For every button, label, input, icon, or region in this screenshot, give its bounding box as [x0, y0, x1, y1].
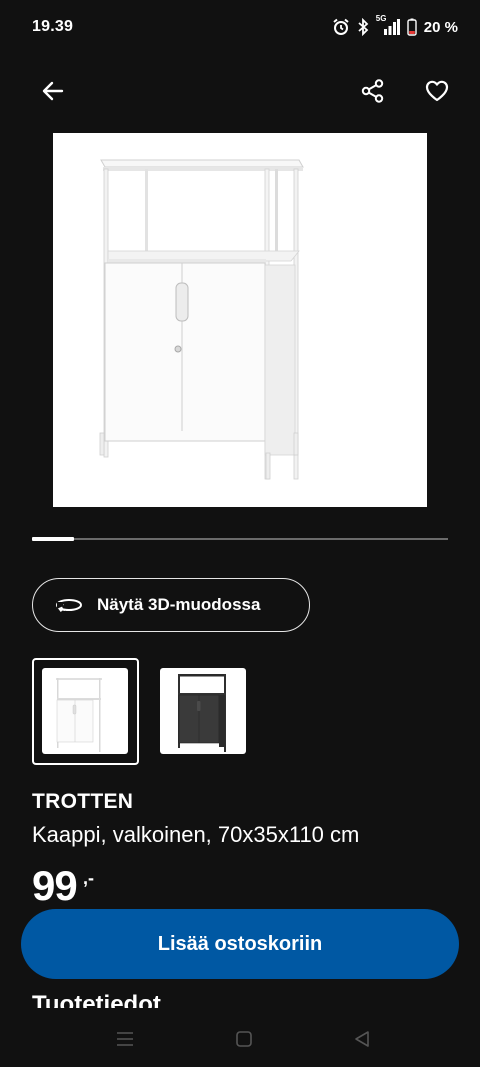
arrow-left-icon: [42, 81, 64, 101]
nav-back-icon: [355, 1031, 369, 1047]
battery-icon: [407, 18, 417, 36]
image-carousel-progress: [32, 537, 448, 541]
variant-white-thumbnail[interactable]: [42, 668, 128, 754]
white-cabinet-thumb-image: [56, 678, 102, 752]
signal-icon: 5G: [376, 14, 400, 36]
share-icon: [361, 79, 384, 103]
home-icon: [236, 1031, 252, 1047]
alarm-icon: [332, 18, 350, 36]
carousel-progress-fill: [32, 537, 74, 541]
nav-back-button[interactable]: [347, 1024, 377, 1054]
heart-outline-icon: [425, 80, 449, 102]
battery-level: 20 %: [423, 18, 458, 36]
network-type: 5G: [375, 14, 387, 23]
cabinet-illustration: [99, 159, 304, 480]
view-3d-button[interactable]: Näytä 3D-muodossa: [32, 578, 310, 632]
favorite-button[interactable]: [415, 69, 459, 113]
product-price: 99: [32, 862, 78, 909]
product-image[interactable]: [53, 133, 427, 507]
status-time: 19.39: [32, 18, 74, 35]
add-to-cart-label: Lisää ostoskoriin: [157, 932, 323, 955]
add-to-cart-button[interactable]: Lisää ostoskoriin: [21, 909, 459, 979]
home-button[interactable]: [229, 1024, 259, 1054]
product-description: Kaappi, valkoinen, 70x35x110 cm: [32, 822, 360, 847]
view-3d-label: Näytä 3D-muodossa: [97, 595, 261, 614]
share-button[interactable]: [351, 69, 395, 113]
status-bar: 19.39 5G 20 %: [0, 0, 480, 56]
product-price-suffix: ,-: [83, 868, 94, 888]
recents-icon: [117, 1032, 133, 1046]
recents-button[interactable]: [110, 1024, 140, 1054]
black-cabinet-thumb-image: [178, 674, 226, 752]
status-icons: 5G 20 %: [332, 14, 458, 38]
back-button[interactable]: [31, 69, 75, 113]
product-name: TROTTEN: [32, 790, 134, 813]
bluetooth-icon: [357, 18, 369, 36]
variant-black-thumbnail[interactable]: [160, 668, 246, 754]
system-nav-bar: [0, 1008, 480, 1067]
rotate-3d-icon: [56, 599, 82, 613]
product-details-section[interactable]: Tuotetiedot: [0, 990, 480, 1008]
section-title: Tuotetiedot: [32, 991, 161, 1008]
